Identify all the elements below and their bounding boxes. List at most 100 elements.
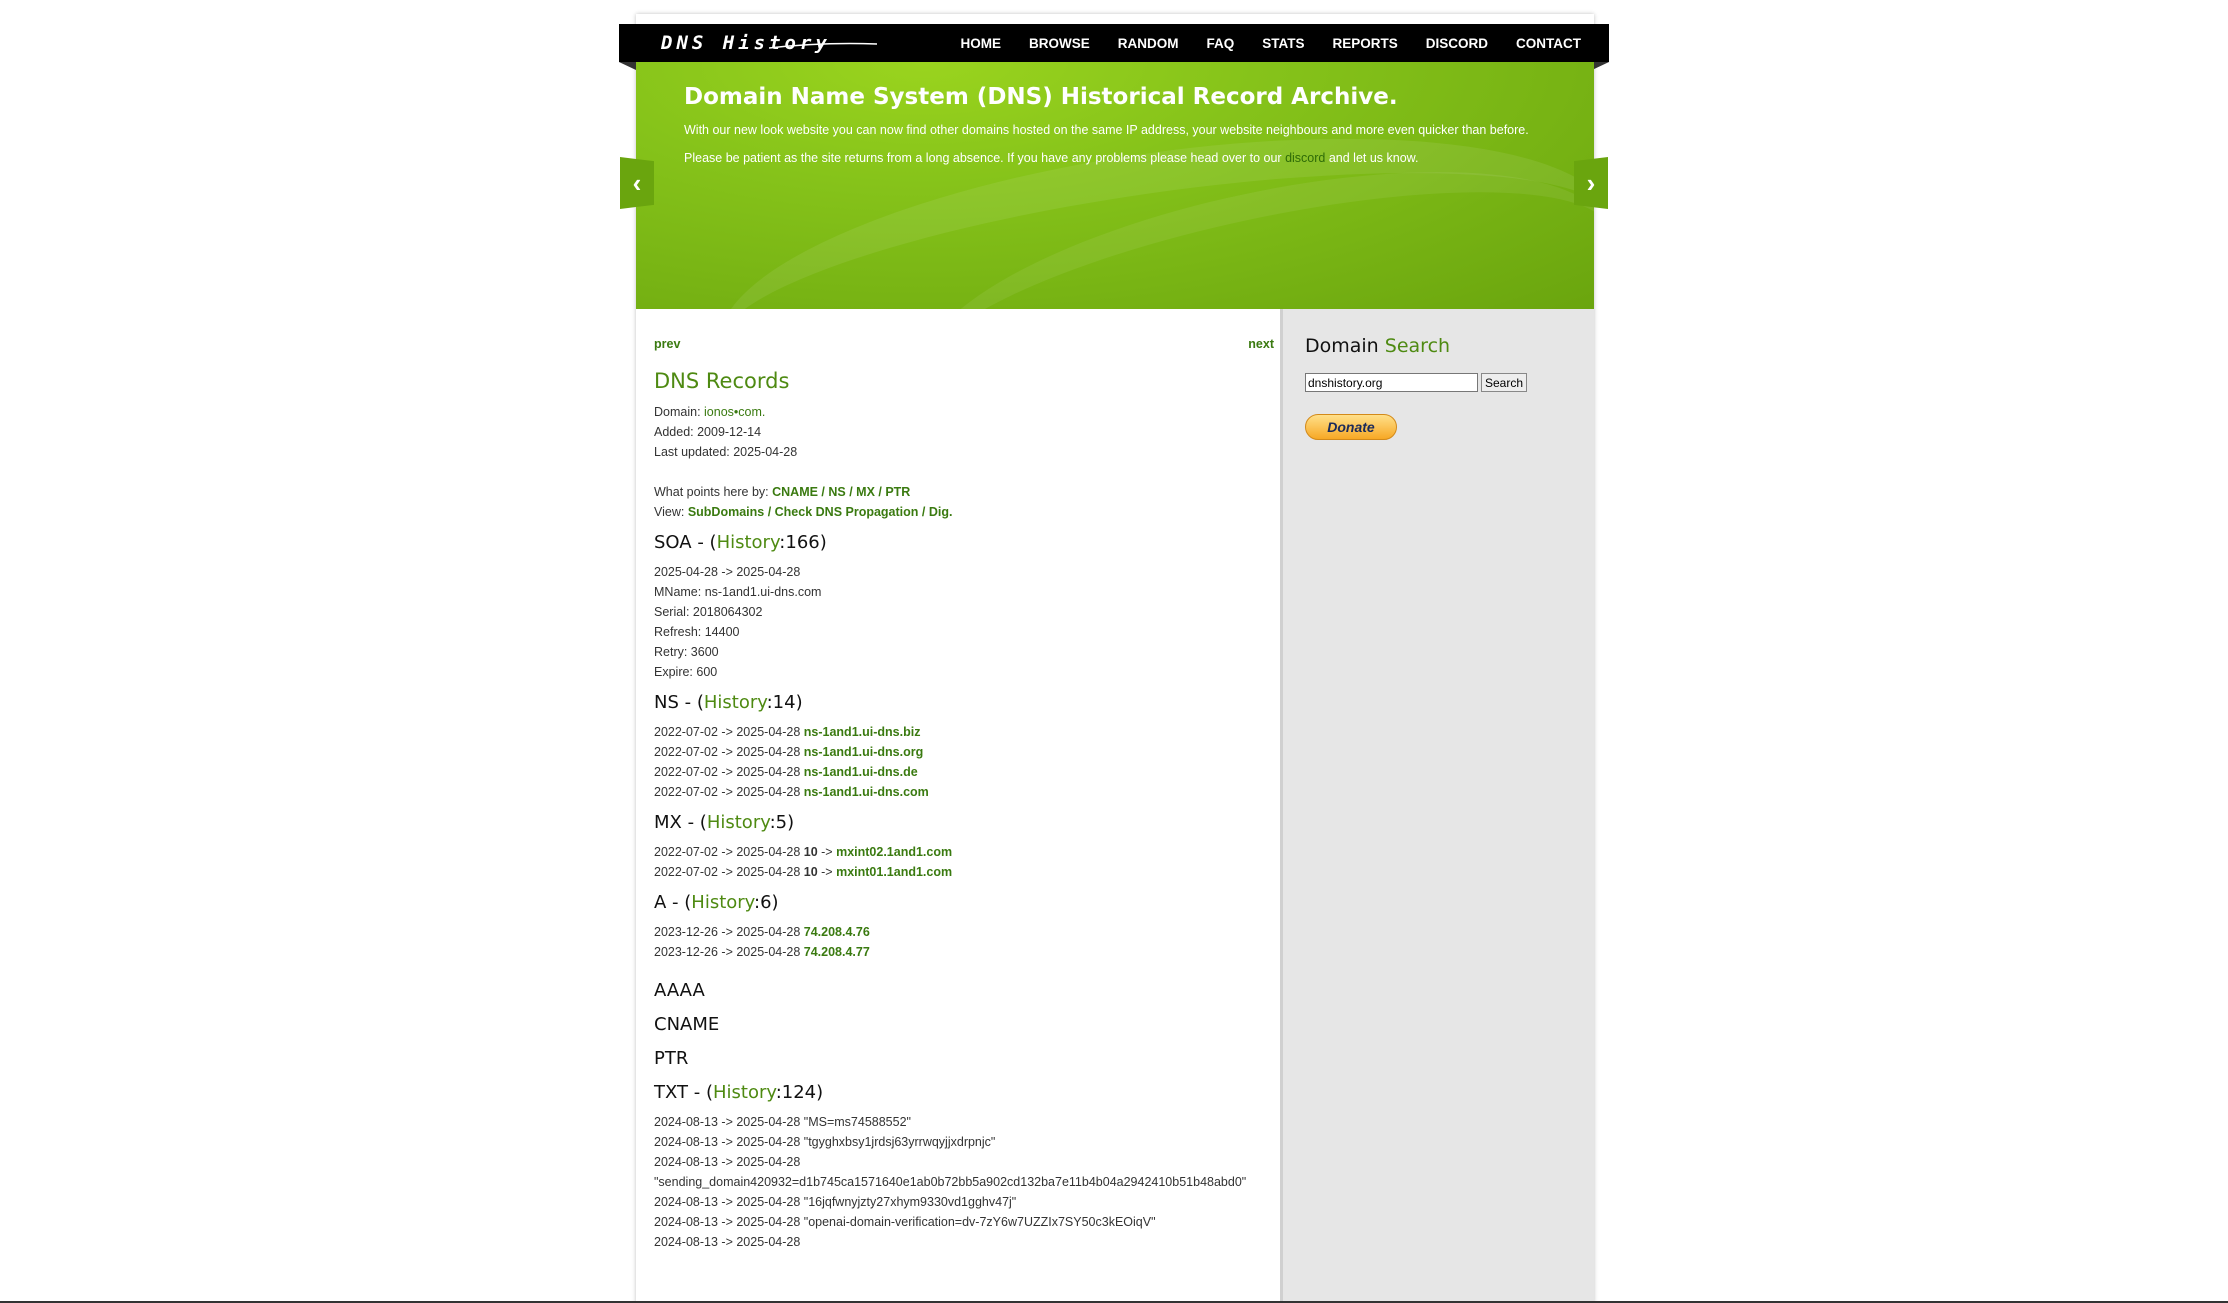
points-label: What points here by: [654,485,773,499]
ns-link[interactable]: ns-1and1.ui-dns.biz [804,725,921,739]
aaaa-heading: AAAA [654,980,705,1001]
mx-history-link[interactable]: History [707,812,770,833]
ns-prefix: NS - ( [654,692,704,713]
a-history-link[interactable]: History [691,892,754,913]
ns-history-link[interactable]: History [704,692,767,713]
dns-records-title: DNS Records [654,369,790,393]
mx-link[interactable]: mxint01.1and1.com [836,865,952,879]
added-line: Added: 2009-12-14 [654,425,762,439]
a-row: 2023-12-26 -> 2025-04-28 74.208.4.76 [654,922,1274,942]
points-links[interactable]: CNAME / NS / MX / PTR [772,485,910,499]
a-link[interactable]: 74.208.4.76 [804,925,870,939]
mx-arrow: -> [817,845,837,859]
soa-heading: SOA - (History:166) [654,530,1274,556]
banner-text-2-start: Please be patient as the site returns fr… [684,151,1286,165]
a-suffix: :6) [754,892,779,913]
search-button[interactable]: Search [1481,373,1528,392]
ns-row: 2022-07-02 -> 2025-04-28 ns-1and1.ui-dns… [654,722,1274,742]
ns-dates: 2022-07-02 -> 2025-04-28 [654,765,804,779]
txt-line: 2024-08-13 -> 2025-04-28 "16jqfwnyjzty27… [654,1195,1017,1209]
soa-line: Retry: 3600 [654,645,719,659]
domain-search-title-b: Search [1384,335,1451,357]
ns-row: 2022-07-02 -> 2025-04-28 ns-1and1.ui-dns… [654,782,1274,802]
soa-suffix: :166) [779,532,827,553]
mx-row: 2022-07-02 -> 2025-04-28 10 -> mxint01.1… [654,862,1274,882]
ns-dates: 2022-07-02 -> 2025-04-28 [654,725,804,739]
txt-line: 2024-08-13 -> 2025-04-28 "openai-domain-… [654,1215,1156,1229]
a-dates: 2023-12-26 -> 2025-04-28 [654,945,804,959]
domain-link[interactable]: ionos•com. [704,405,765,419]
txt-history-link[interactable]: History [713,1082,776,1103]
menu-random[interactable]: RANDOM [1118,36,1179,51]
soa-history-link[interactable]: History [717,532,780,553]
ns-link[interactable]: ns-1and1.ui-dns.de [804,765,918,779]
top-navbar: DNS History HOME BROWSE RANDOM FAQ STATS… [619,24,1609,70]
soa-prefix: SOA - ( [654,532,717,553]
domain-search-input[interactable] [1305,373,1478,392]
logo-swash-icon [769,42,877,49]
main-content: prev next DNS Records Domain: ionos•com.… [654,334,1274,1252]
view-links[interactable]: SubDomains / Check DNS Propagation / Dig… [688,505,953,519]
updated-line: Last updated: 2025-04-28 [654,445,798,459]
carousel-prev-arrow-icon[interactable]: ‹ [620,157,654,209]
hero-banner: Domain Name System (DNS) Historical Reco… [636,62,1594,309]
menu-home[interactable]: HOME [960,36,1001,51]
ns-row: 2022-07-02 -> 2025-04-28 ns-1and1.ui-dns… [654,762,1274,782]
next-link[interactable]: next [1248,334,1274,354]
banner-text-1: With our new look website you can now fi… [684,123,1529,137]
domain-search-title-a: Domain [1305,335,1385,357]
mx-prefix: MX - ( [654,812,707,833]
mx-priority: 10 [803,845,818,859]
donate-button[interactable]: Donate [1305,414,1397,440]
sidebar: Domain Search Search Donate [1280,309,1594,1303]
a-link[interactable]: 74.208.4.77 [804,945,870,959]
txt-prefix: TXT - ( [654,1082,713,1103]
txt-line: 2024-08-13 -> 2025-04-28 [654,1235,801,1249]
mx-priority: 10 [803,865,818,879]
a-prefix: A - ( [654,892,692,913]
carousel-next-arrow-icon[interactable]: › [1574,157,1608,209]
soa-line: Refresh: 14400 [654,625,740,639]
discord-link[interactable]: discord [1285,151,1325,165]
a-dates: 2023-12-26 -> 2025-04-28 [654,925,804,939]
domain-search-title: Domain Search [1305,335,1450,357]
txt-line: 2024-08-13 -> 2025-04-28 "MS=ms74588552" [654,1115,911,1129]
soa-line: Expire: 600 [654,665,718,679]
menu-reports[interactable]: REPORTS [1332,36,1397,51]
menu-faq[interactable]: FAQ [1206,36,1234,51]
ns-dates: 2022-07-02 -> 2025-04-28 [654,785,804,799]
ns-heading: NS - (History:14) [654,690,1274,716]
domain-line: Domain: ionos•com. [654,402,1274,422]
mx-suffix: :5) [769,812,795,833]
prev-link[interactable]: prev [654,334,680,354]
txt-line: 2024-08-13 -> 2025-04-28 [654,1155,801,1169]
mx-dates: 2022-07-02 -> 2025-04-28 [654,845,804,859]
mx-row: 2022-07-02 -> 2025-04-28 10 -> mxint02.1… [654,842,1274,862]
banner-title: Domain Name System (DNS) Historical Reco… [684,84,1398,110]
menu-discord[interactable]: DISCORD [1426,36,1488,51]
search-form: Search [1305,373,1528,392]
soa-line: 2025-04-28 -> 2025-04-28 [654,565,801,579]
mx-link[interactable]: mxint02.1and1.com [836,845,952,859]
view-label: View: [654,505,688,519]
menu-browse[interactable]: BROWSE [1029,36,1090,51]
a-heading: A - (History:6) [654,890,1274,916]
menu-contact[interactable]: CONTACT [1516,36,1581,51]
menu-stats[interactable]: STATS [1262,36,1304,51]
ns-suffix: :14) [766,692,803,713]
mx-arrow: -> [817,865,837,879]
ns-link[interactable]: ns-1and1.ui-dns.com [804,785,929,799]
a-row: 2023-12-26 -> 2025-04-28 74.208.4.77 [654,942,1274,962]
banner-text-2: Please be patient as the site returns fr… [684,148,1534,168]
cname-heading: CNAME [654,1014,720,1035]
ns-link[interactable]: ns-1and1.ui-dns.org [804,745,923,759]
view-line: View: SubDomains / Check DNS Propagation… [654,502,1274,522]
main-menu: HOME BROWSE RANDOM FAQ STATS REPORTS DIS… [932,24,1581,62]
banner-text-2-end: and let us know. [1325,151,1419,165]
ns-row: 2022-07-02 -> 2025-04-28 ns-1and1.ui-dns… [654,742,1274,762]
txt-line: 2024-08-13 -> 2025-04-28 "tgyghxbsy1jrds… [654,1135,996,1149]
ns-dates: 2022-07-02 -> 2025-04-28 [654,745,804,759]
ptr-heading: PTR [654,1048,689,1069]
points-here-line: What points here by: CNAME / NS / MX / P… [654,482,1274,502]
